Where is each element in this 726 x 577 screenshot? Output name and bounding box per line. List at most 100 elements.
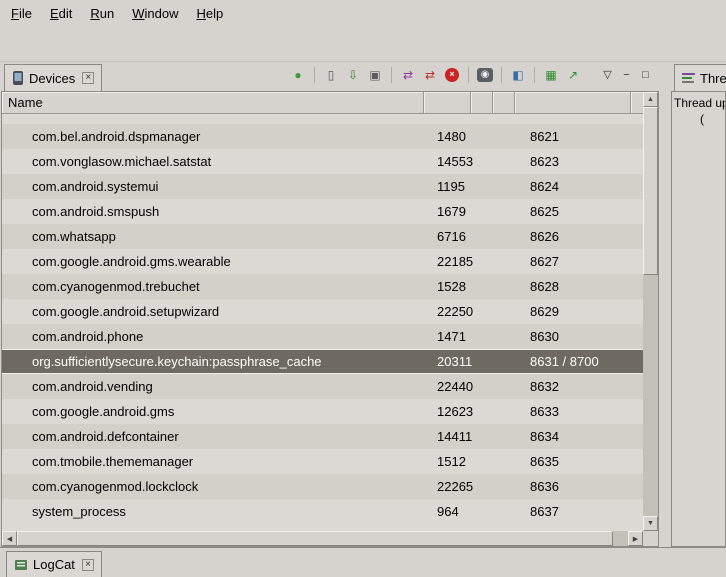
threads-tab-icon: [682, 72, 695, 84]
column-header-col3[interactable]: [493, 92, 515, 113]
threads-message-line: (: [674, 111, 723, 127]
cell-pid: 22265: [432, 479, 480, 494]
logcat-tab-icon: [14, 559, 28, 571]
menu-item-file[interactable]: File: [2, 2, 41, 25]
table-row[interactable]: com.android.vending224408632: [2, 374, 643, 399]
menu-item-window[interactable]: Window: [123, 2, 187, 25]
horizontal-scrollbar[interactable]: ◀ ▶: [2, 531, 643, 546]
cell-name: com.android.phone: [2, 329, 432, 344]
table-row[interactable]: com.google.android.setupwizard222508629: [2, 299, 643, 324]
cell-port: 8630: [524, 329, 642, 344]
logcat-tab-label: LogCat: [33, 557, 75, 572]
table-row[interactable]: com.android.defcontainer144118634: [2, 424, 643, 449]
stop-process-icon[interactable]: ×: [445, 68, 459, 82]
devices-tab-close-icon[interactable]: ×: [82, 72, 94, 84]
table-row[interactable]: com.tmobile.thememanager15128635: [2, 449, 643, 474]
cell-name: com.cyanogenmod.lockclock: [2, 479, 432, 494]
table-row[interactable]: com.android.systemui1195 8624: [2, 174, 643, 199]
network-stats-icon[interactable]: ▦: [542, 66, 560, 84]
cell-port: 8632: [524, 379, 642, 394]
vertical-scrollbar[interactable]: ▲ ▼: [643, 92, 658, 531]
cell-name: com.google.android.gms.wearable: [2, 254, 432, 269]
cell-name: com.cyanogenmod.trebuchet: [2, 279, 432, 294]
table-row-selected[interactable]: org.sufficientlysecure.keychain:passphra…: [2, 349, 643, 374]
toolbar-separator: [391, 67, 392, 83]
debug-icon[interactable]: ●: [289, 66, 307, 84]
tab-logcat[interactable]: LogCat ×: [6, 551, 102, 577]
table-row[interactable]: com.google.android.gms126238633: [2, 399, 643, 424]
update-heap-icon[interactable]: ▯: [322, 66, 340, 84]
tab-threads[interactable]: Threads: [674, 64, 726, 91]
menu-item-run[interactable]: Run: [81, 2, 123, 25]
table-row[interactable]: com.cyanogenmod.trebuchet15288628: [2, 274, 643, 299]
cell-name: com.android.defcontainer: [2, 429, 432, 444]
devices-panel-header: Devices × ● ▯⇩▣ ⇄⇄ × ◉ ◧ ▦↗ ▽−□: [1, 62, 659, 91]
cell-port: 8629: [524, 304, 642, 319]
cell-pid: 20311: [432, 354, 480, 369]
cell-pid: 22185: [432, 254, 480, 269]
start-tracing-icon[interactable]: ↗: [564, 66, 582, 84]
cell-name: com.google.android.setupwizard: [2, 304, 432, 319]
table-row[interactable]: system_process9648637: [2, 499, 643, 524]
bottom-tab-bar: LogCat ×: [0, 547, 726, 577]
cell-pid: 1471: [432, 329, 480, 344]
cell-port: 8624: [524, 179, 642, 194]
view-menu-icon[interactable]: ▽: [600, 66, 615, 84]
cell-port: 8627: [524, 254, 642, 269]
cell-name: com.android.systemui: [2, 179, 432, 194]
table-body: com.bel.android.dspmanager1480 8621 com.vo…: [2, 114, 643, 531]
menubar-items: FileEditRunWindowHelp: [2, 2, 232, 25]
logcat-tab-close-icon[interactable]: ×: [82, 559, 94, 571]
table-row[interactable]: com.cyanogenmod.lockclock22265 8636: [2, 474, 643, 499]
toolbar-separator: [534, 67, 535, 83]
cell-port: 8626: [524, 229, 642, 244]
cell-pid: 1480: [432, 129, 480, 144]
column-header-col4[interactable]: [515, 92, 631, 113]
cell-port: 8631 / 8700: [524, 354, 642, 369]
menu-item-edit[interactable]: Edit: [41, 2, 81, 25]
system-info-icon[interactable]: ◧: [509, 66, 527, 84]
toolbar-strip: [0, 26, 726, 62]
table-row[interactable]: com.android.phone1471 8630: [2, 324, 643, 349]
devices-tab-label: Devices: [29, 71, 75, 86]
screen-capture-icon[interactable]: ◉: [477, 68, 493, 82]
table-row[interactable]: com.android.smspush16798625: [2, 199, 643, 224]
threads-message-line: Thread up: [674, 95, 723, 111]
cell-port: 8636: [524, 479, 642, 494]
toolbar-separator: [314, 67, 315, 83]
start-method-profiling-icon[interactable]: ⇄: [421, 66, 439, 84]
dump-hprof-icon[interactable]: ⇩: [344, 66, 362, 84]
table-row[interactable]: com.whatsapp67168626: [2, 224, 643, 249]
horizontal-scroll-thumb[interactable]: [17, 531, 613, 546]
threads-panel: Threads Thread up(: [671, 62, 726, 547]
cell-port: 8633: [524, 404, 642, 419]
cell-pid: 1195: [432, 179, 480, 194]
column-header-col1[interactable]: [424, 92, 471, 113]
scroll-right-button[interactable]: ▶: [628, 531, 643, 546]
cell-port: 8621: [524, 129, 642, 144]
menu-item-help[interactable]: Help: [187, 2, 232, 25]
cell-port: 8637: [524, 504, 642, 519]
column-header-name[interactable]: Name: [2, 92, 424, 113]
panel-sash[interactable]: [659, 62, 671, 547]
table-row[interactable]: com.google.android.gms.wearable22185 8627: [2, 249, 643, 274]
maximize-icon[interactable]: □: [638, 66, 653, 84]
minimize-icon[interactable]: −: [619, 66, 634, 84]
update-threads-icon[interactable]: ⇄: [399, 66, 417, 84]
threads-content: Thread up(: [671, 91, 726, 547]
vertical-scroll-thumb[interactable]: [643, 107, 658, 275]
cell-name: com.bel.android.dspmanager: [2, 129, 432, 144]
cause-gc-icon[interactable]: ▣: [366, 66, 384, 84]
threads-tab-label: Threads: [700, 71, 726, 86]
cell-port: 8628: [524, 279, 642, 294]
column-header-filler: [631, 92, 643, 113]
table-row[interactable]: com.bel.android.dspmanager1480 8621: [2, 124, 643, 149]
scroll-left-button[interactable]: ◀: [2, 531, 17, 546]
cell-pid: 12623: [432, 404, 480, 419]
table-row[interactable]: com.vonglasow.michael.satstat145538623: [2, 149, 643, 174]
scroll-down-button[interactable]: ▼: [643, 516, 658, 531]
scroll-up-button[interactable]: ▲: [643, 92, 658, 107]
cell-pid: 964: [432, 504, 480, 519]
column-header-col2[interactable]: [471, 92, 493, 113]
tab-devices[interactable]: Devices ×: [4, 64, 102, 91]
